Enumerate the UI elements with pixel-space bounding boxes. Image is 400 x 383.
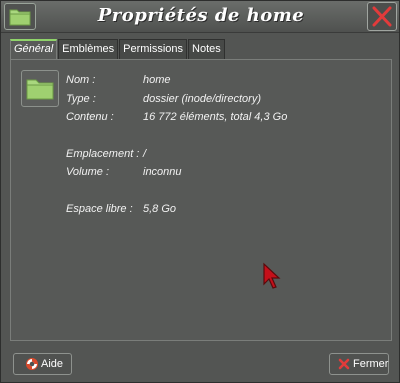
title-bar[interactable]: Propriétés de home xyxy=(1,1,399,33)
tab-emblems[interactable]: Emblèmes xyxy=(58,39,119,59)
window-menu-button[interactable] xyxy=(4,3,36,30)
close-x-icon xyxy=(372,6,392,27)
content-value: 16 772 éléments, total 4,3 Go xyxy=(143,111,288,123)
free-space-label: Espace libre : xyxy=(66,203,133,215)
folder-icon xyxy=(26,79,54,100)
name-label: Nom : xyxy=(66,74,96,86)
type-value: dossier (inode/directory) xyxy=(143,93,261,105)
tab-bar: Général Emblèmes Permissions Notes xyxy=(10,39,226,60)
free-space-value: 5,8 Go xyxy=(143,203,177,215)
close-window-button[interactable] xyxy=(367,2,397,31)
location-label: Emplacement : xyxy=(66,148,140,160)
folder-icon xyxy=(9,9,31,26)
red-x-icon xyxy=(338,358,350,370)
volume-label: Volume : xyxy=(66,166,110,178)
volume-value: inconnu xyxy=(143,166,182,178)
help-button[interactable]: Aide xyxy=(13,353,72,375)
name-value: home xyxy=(143,74,171,86)
properties-dialog: Propriétés de home Général Emblèmes Perm… xyxy=(0,0,400,383)
type-label: Type : xyxy=(66,93,96,105)
tab-general[interactable]: Général xyxy=(10,39,58,60)
folder-icon-button[interactable] xyxy=(21,70,59,107)
tab-notes[interactable]: Notes xyxy=(188,39,225,59)
window-title: Propriétés de home xyxy=(97,5,305,26)
location-value: / xyxy=(143,148,147,160)
mouse-cursor-icon xyxy=(263,262,281,289)
lifebuoy-icon xyxy=(26,358,38,370)
close-button[interactable]: Fermer xyxy=(329,353,389,375)
tab-permissions[interactable]: Permissions xyxy=(119,39,188,59)
close-label: Fermer xyxy=(353,358,389,370)
content-label: Contenu : xyxy=(66,111,114,123)
help-label: Aide xyxy=(41,358,64,370)
general-tab-panel: Nom : home Type : dossier (inode/directo… xyxy=(10,59,392,341)
